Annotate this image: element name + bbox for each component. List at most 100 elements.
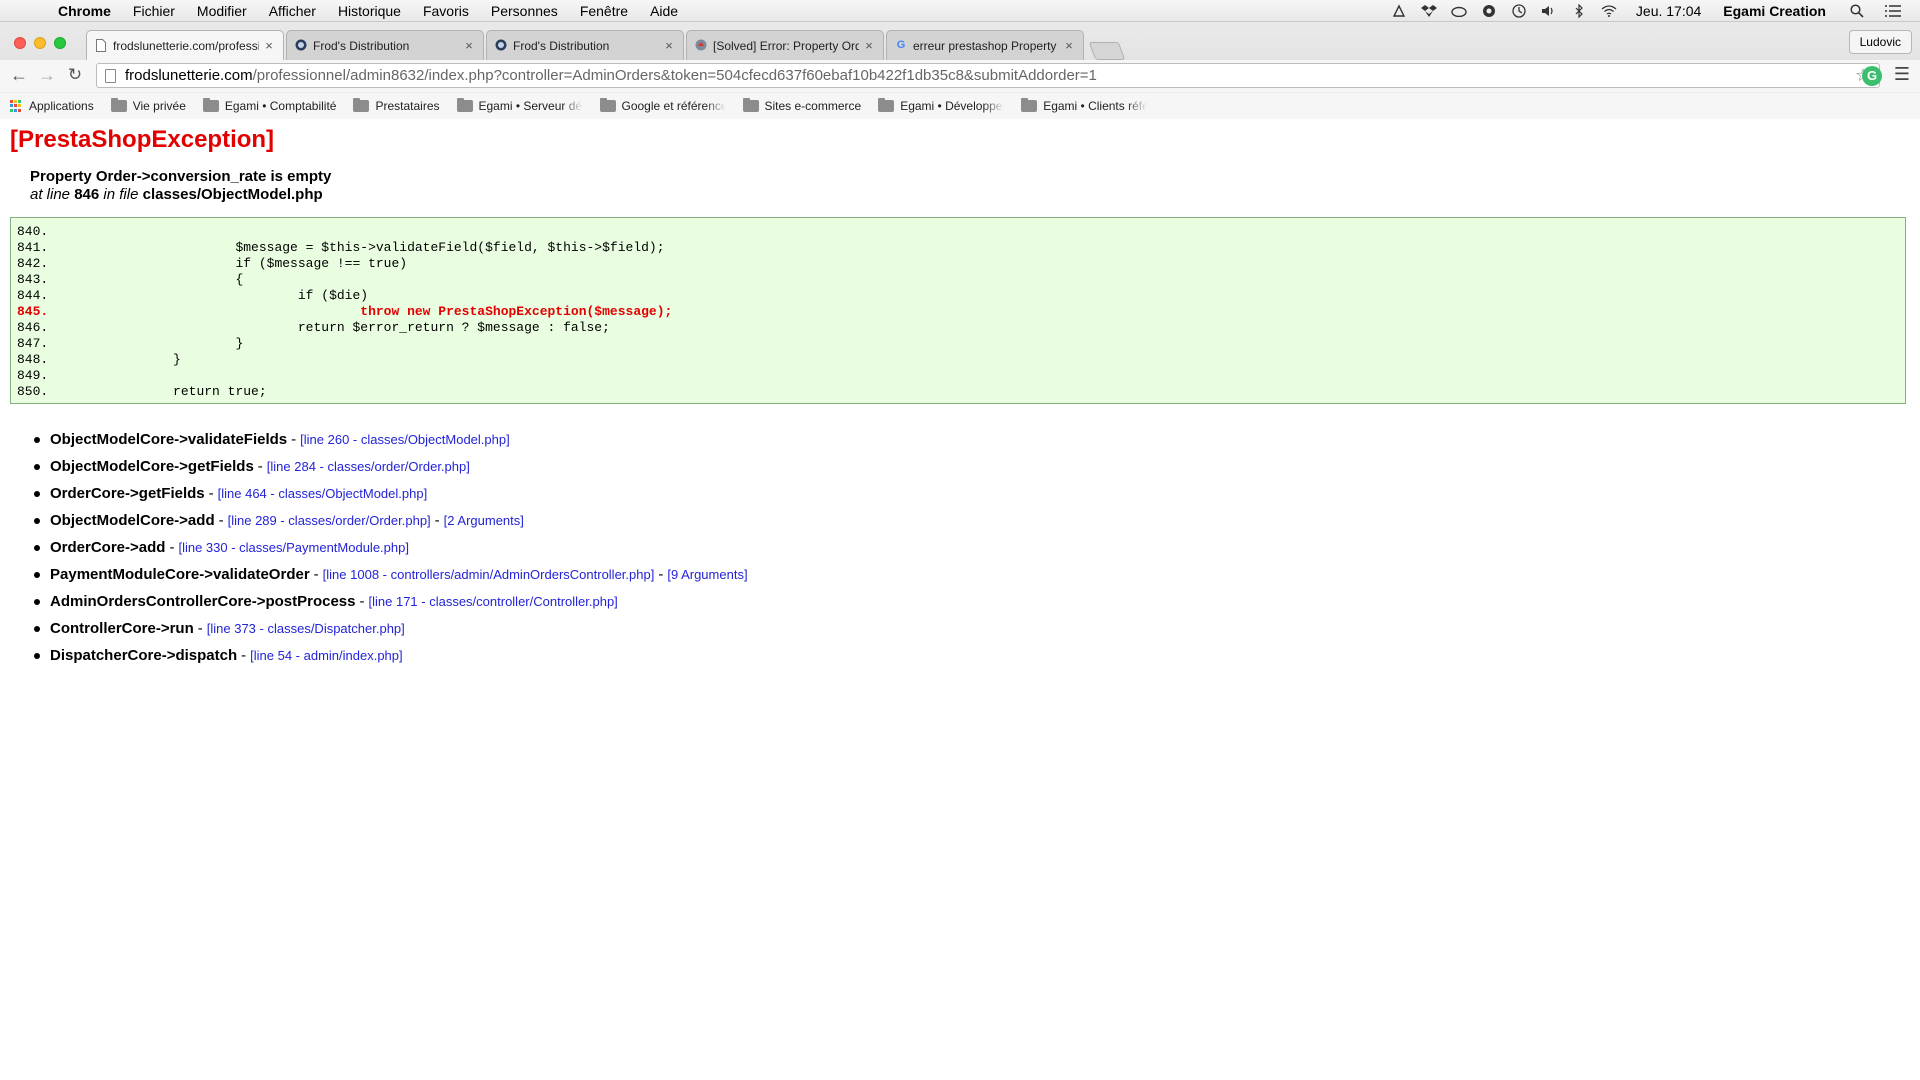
bookmarks-bar: Applications Vie privée Egami • Comptabi… <box>0 92 1920 119</box>
browser-chrome: frodslunetterie.com/professionnel/admin8… <box>0 22 1920 119</box>
exception-line-number: 846 <box>74 186 100 203</box>
tab-close-icon[interactable]: × <box>263 38 275 53</box>
tab-title: [Solved] Error: Property Order <box>713 38 859 53</box>
trace-arguments-link[interactable]: [2 Arguments] <box>444 513 524 528</box>
bookmark-label: Vie privée <box>132 99 186 113</box>
tab-title: erreur prestashop Property <box>913 38 1057 53</box>
new-tab-button[interactable] <box>1088 42 1126 60</box>
dropbox-icon[interactable] <box>1420 3 1438 19</box>
trace-location-link[interactable]: [line 464 - classes/ObjectModel.php] <box>218 486 428 501</box>
navigation-toolbar: ← → ↻ frodslunetterie.com/professionnel/… <box>0 60 1920 92</box>
tab-frodslunetterie[interactable]: frodslunetterie.com/professionnel/admin8… <box>86 30 284 60</box>
trace-location-link[interactable]: [line 373 - classes/Dispatcher.php] <box>207 621 405 636</box>
profile-button[interactable]: Ludovic <box>1848 30 1912 54</box>
menu-historique[interactable]: Historique <box>338 3 401 19</box>
stack-trace-item: ControllerCore->run - [line 373 - classes/… <box>32 620 748 647</box>
exception-title: [PrestaShopException] <box>10 126 275 153</box>
menu-afficher[interactable]: Afficher <box>269 3 316 19</box>
tab-google-search[interactable]: G erreur prestashop Property × <box>886 30 1084 60</box>
url-path: /professionnel/admin8632/index.php?contr… <box>252 67 1097 84</box>
wifi-icon[interactable] <box>1600 3 1618 19</box>
bookmark-folder-vie-privee[interactable]: Vie privée <box>110 98 186 113</box>
tab-solved-error[interactable]: [Solved] Error: Property Order × <box>686 30 884 60</box>
menu-personnes[interactable]: Personnes <box>491 3 558 19</box>
bookmark-label: Prestataires <box>375 99 440 113</box>
tab-close-icon[interactable]: × <box>463 38 475 53</box>
menu-aide[interactable]: Aide <box>650 3 678 19</box>
forward-arrow-icon[interactable]: → <box>36 64 58 86</box>
grammarly-extension-icon[interactable]: G <box>1862 66 1882 86</box>
folder-icon <box>599 98 616 112</box>
folder-icon <box>1021 98 1038 112</box>
code-line: 842. if ($message !== true) <box>17 256 1899 272</box>
bookmark-applications[interactable]: Applications <box>10 99 94 113</box>
trace-function: OrderCore->add <box>50 539 166 556</box>
chrome-menu-icon[interactable]: ☰ <box>1894 64 1910 85</box>
menubar-clock[interactable]: Jeu. 17:04 <box>1636 3 1701 19</box>
tab-close-icon[interactable]: × <box>1063 38 1075 53</box>
menu-favoris[interactable]: Favoris <box>423 3 469 19</box>
bookmark-folder-ecommerce[interactable]: Sites e-commerce <box>742 98 861 113</box>
trace-location-link[interactable]: [line 260 - classes/ObjectModel.php] <box>300 432 510 447</box>
at-line-prefix: at line <box>30 186 71 203</box>
trace-location-link[interactable]: [line 54 - admin/index.php] <box>250 648 402 663</box>
tab-close-icon[interactable]: × <box>863 38 875 53</box>
code-line-text: return true; <box>48 384 267 399</box>
back-arrow-icon[interactable]: ← <box>8 64 30 86</box>
address-bar[interactable]: frodslunetterie.com/professionnel/admin8… <box>96 63 1880 88</box>
stack-trace-item: ObjectModelCore->getFields - [line 284 - c… <box>32 458 748 485</box>
reload-icon[interactable]: ↻ <box>64 64 86 86</box>
trace-location-link[interactable]: [line 284 - classes/order/Order.php] <box>267 459 470 474</box>
zoom-window-button[interactable] <box>54 37 66 49</box>
spotlight-search-icon[interactable] <box>1848 3 1866 19</box>
exception-location: at line 846 in file classes/ObjectModel.… <box>30 186 331 203</box>
close-window-button[interactable] <box>14 37 26 49</box>
bookmark-folder-prestataires[interactable]: Prestataires <box>353 98 440 113</box>
folder-icon <box>742 98 759 112</box>
window-controls <box>14 37 74 49</box>
tab-frods-distribution-1[interactable]: Frod's Distribution × <box>286 30 484 60</box>
code-line: 848. } <box>17 352 1899 368</box>
tab-close-icon[interactable]: × <box>663 38 675 53</box>
prestashop-icon <box>295 39 307 52</box>
code-line: 846. return $error_return ? $message : f… <box>17 320 1899 336</box>
menu-fenetre[interactable]: Fenêtre <box>580 3 628 19</box>
time-machine-icon[interactable] <box>1510 3 1528 19</box>
code-line: 850. return true; <box>17 384 1899 400</box>
trace-location-link[interactable]: [line 289 - classes/order/Order.php] <box>228 513 431 528</box>
trace-location-link[interactable]: [line 1008 - controllers/admin/AdminOrde… <box>323 567 655 582</box>
bookmark-folder-comptabilite[interactable]: Egami • Comptabilité <box>202 98 337 113</box>
creative-cloud-icon[interactable] <box>1450 3 1468 19</box>
trace-location-link[interactable]: [line 171 - classes/controller/Controlle… <box>369 594 618 609</box>
code-line-number: 842. <box>17 256 49 271</box>
bookmark-folder-serveur[interactable]: Egami • Serveur dédié <box>456 98 583 113</box>
menu-app-name[interactable]: Chrome <box>58 3 111 19</box>
menu-fichier[interactable]: Fichier <box>133 3 175 19</box>
stack-trace-item: OrderCore->getFields - [line 464 - classes… <box>32 485 748 512</box>
folder-icon <box>456 98 473 112</box>
code-line: 843. { <box>17 272 1899 288</box>
trace-function: ObjectModelCore->validateFields <box>50 431 288 448</box>
stack-trace-item: DispatcherCore->dispatch - [line 54 - admi… <box>32 647 748 674</box>
bluetooth-icon[interactable] <box>1570 3 1588 19</box>
airport-icon[interactable] <box>1390 3 1408 19</box>
bookmark-label: Google et référencement <box>621 99 726 113</box>
trace-arguments-link[interactable]: [9 Arguments] <box>667 567 747 582</box>
bookmark-label: Egami • Comptabilité <box>224 99 337 113</box>
minimize-window-button[interactable] <box>34 37 46 49</box>
tab-frods-distribution-2[interactable]: Frod's Distribution × <box>486 30 684 60</box>
sync-circle-icon[interactable] <box>1480 3 1498 19</box>
code-line-text: } <box>48 352 181 367</box>
trace-function: ObjectModelCore->getFields <box>50 458 254 475</box>
bookmark-folder-clients[interactable]: Egami • Clients référencés <box>1021 98 1147 113</box>
page-info-icon[interactable] <box>105 68 116 83</box>
bookmark-folder-developpement[interactable]: Egami • Développement <box>878 98 1004 113</box>
menubar-user[interactable]: Egami Creation <box>1723 3 1826 19</box>
volume-icon[interactable] <box>1540 3 1558 19</box>
folder-icon <box>353 98 370 112</box>
apps-grid-icon <box>10 99 23 113</box>
menu-modifier[interactable]: Modifier <box>197 3 247 19</box>
trace-location-link[interactable]: [line 330 - classes/PaymentModule.php] <box>178 540 409 555</box>
bookmark-folder-google[interactable]: Google et référencement <box>599 98 726 113</box>
notification-center-icon[interactable] <box>1884 3 1902 19</box>
